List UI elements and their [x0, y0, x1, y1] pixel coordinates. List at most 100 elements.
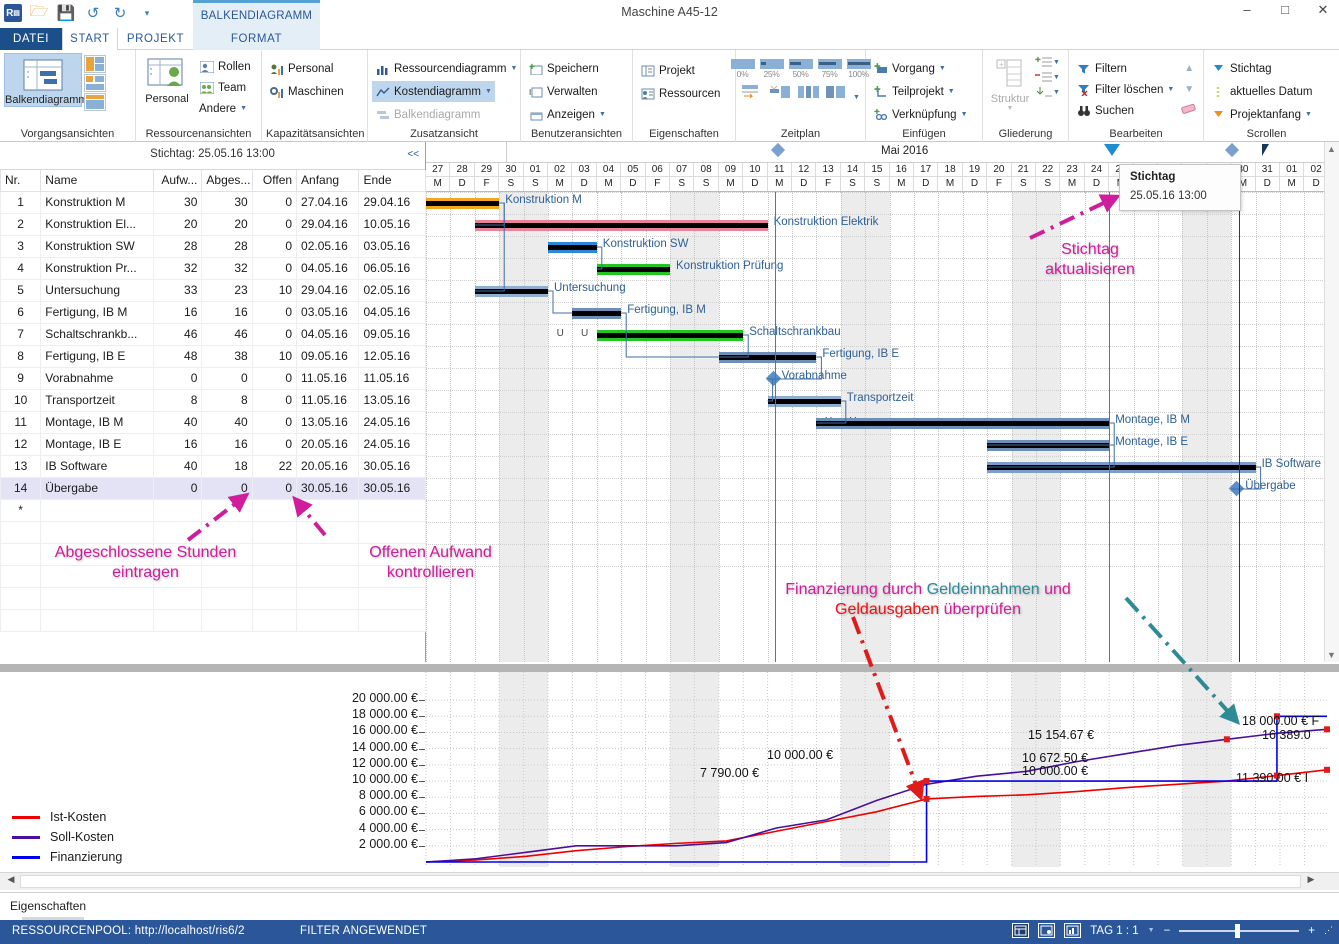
cell-name[interactable]: Montage, IB E	[41, 433, 154, 455]
cell-abges[interactable]: 18	[202, 455, 252, 477]
cell-anfang[interactable]: 27.04.16	[297, 191, 359, 213]
empty-cell[interactable]	[252, 521, 296, 543]
table-row[interactable]: 2Konstruktion El...2020029.04.1610.05.16	[1, 213, 426, 235]
ribbon-item-team[interactable]: Team	[196, 77, 254, 98]
ribbon-item-verwalten[interactable]: I Verwalten	[525, 81, 601, 102]
scroll-down-icon[interactable]: ▼	[1179, 81, 1199, 102]
table-row[interactable]: 5Untersuchung33231029.04.1602.05.16	[1, 279, 426, 301]
cell-offen[interactable]: 0	[252, 389, 296, 411]
cell-abges[interactable]: 40	[202, 411, 252, 433]
progress-50-button[interactable]: 50%	[788, 59, 814, 79]
ribbon-item-filter-loeschen[interactable]: Filter löschen ▼	[1073, 79, 1177, 100]
chevron-down-icon[interactable]: ▼	[1148, 927, 1155, 934]
gantt-view-icon[interactable]	[1012, 923, 1029, 938]
chevron-down-icon[interactable]: ▼	[599, 111, 606, 118]
table-row[interactable]: 7Schaltschrankb...4646004.05.1609.05.16	[1, 323, 426, 345]
ribbon-item-aktuelles-datum[interactable]: aktuelles Datum	[1208, 81, 1315, 102]
chevron-down-icon[interactable]: ▼	[240, 105, 247, 112]
cell-abges[interactable]: 28	[202, 235, 252, 257]
cell-anfang[interactable]: 02.05.16	[297, 235, 359, 257]
cell-nr[interactable]: 12	[1, 433, 41, 455]
cell-nr[interactable]: 1	[1, 191, 41, 213]
cell-aufwand[interactable]: 40	[154, 455, 202, 477]
ribbon-item-kostendiagramm[interactable]: Kostendiagramm ▼	[372, 81, 495, 102]
empty-cell[interactable]	[202, 587, 252, 609]
cell-nr[interactable]: 14	[1, 477, 41, 499]
cell-abges[interactable]: 8	[202, 389, 252, 411]
view-split-icon[interactable]	[84, 55, 106, 73]
ribbon-item-stichtag[interactable]: Stichtag	[1208, 58, 1275, 79]
view-personal-button[interactable]: Personal	[140, 53, 194, 105]
empty-cell[interactable]	[202, 521, 252, 543]
scroll-left-arrow[interactable]: ◀	[3, 874, 19, 890]
cell-ende[interactable]: 12.05.16	[359, 345, 426, 367]
ribbon-item-projektanfang[interactable]: Projektanfang ▼	[1208, 104, 1315, 125]
pane-splitter[interactable]	[0, 664, 1339, 672]
cell-name[interactable]: Vorabnahme	[41, 367, 154, 389]
zoom-level-label[interactable]: TAG 1 : 1	[1090, 925, 1138, 937]
cell-nr[interactable]: 9	[1, 367, 41, 389]
table-row[interactable]: 8Fertigung, IB E48381009.05.1612.05.16	[1, 345, 426, 367]
cell-abges[interactable]: 20	[202, 213, 252, 235]
ribbon-item-ressourcen[interactable]: Ressourcen	[637, 83, 723, 104]
indent-schedule-icon[interactable]	[741, 84, 765, 101]
chevron-down-icon[interactable]: ▼	[1167, 86, 1174, 93]
col-name[interactable]: Name	[41, 170, 154, 191]
gantt-bar[interactable]	[475, 220, 768, 231]
cell-aufwand[interactable]: 0	[154, 477, 202, 499]
chevron-down-icon[interactable]: ▼	[948, 88, 955, 95]
cell-offen[interactable]: 0	[252, 323, 296, 345]
cell-nr[interactable]: 2	[1, 213, 41, 235]
empty-cell[interactable]	[1, 609, 41, 631]
empty-cell[interactable]	[297, 609, 359, 631]
empty-cell[interactable]	[359, 609, 426, 631]
empty-cell[interactable]	[202, 499, 252, 521]
empty-cell[interactable]	[41, 609, 154, 631]
resize-grip-icon[interactable]: ⋰	[1324, 925, 1333, 936]
cell-offen[interactable]: 10	[252, 279, 296, 301]
empty-cell[interactable]	[1, 587, 41, 609]
progress-0-button[interactable]: 0%	[730, 59, 756, 79]
level-center-icon[interactable]	[797, 84, 821, 101]
ribbon-item-teilprojekt[interactable]: ✚ Teilprojekt ▼	[870, 81, 958, 102]
table-row[interactable]: 1Konstruktion M3030027.04.1629.04.16	[1, 191, 426, 213]
new-row-star[interactable]: *	[1, 499, 41, 521]
table-row[interactable]: 10Transportzeit88011.05.1613.05.16	[1, 389, 426, 411]
cell-nr[interactable]: 7	[1, 323, 41, 345]
eraser-icon[interactable]	[1179, 102, 1199, 123]
table-row[interactable]: 14Übergabe00030.05.1630.05.16	[1, 477, 426, 499]
cell-anfang[interactable]: 30.05.16	[297, 477, 359, 499]
ribbon-item-rollen[interactable]: Rollen	[196, 56, 254, 77]
view-balkendiagramm-button[interactable]: Balkendiagramm	[4, 53, 82, 107]
cell-anfang[interactable]: 20.05.16	[297, 455, 359, 477]
cell-ende[interactable]: 04.05.16	[359, 301, 426, 323]
empty-cell[interactable]	[154, 499, 202, 521]
cell-aufwand[interactable]: 32	[154, 257, 202, 279]
col-ende[interactable]: Ende	[359, 170, 426, 191]
col-abges[interactable]: Abges...	[202, 170, 252, 191]
chart-plot[interactable]	[426, 672, 1327, 882]
level-left-icon[interactable]	[769, 84, 793, 101]
cell-aufwand[interactable]: 20	[154, 213, 202, 235]
cell-name[interactable]: Konstruktion M	[41, 191, 154, 213]
empty-cell[interactable]	[359, 521, 426, 543]
chevron-down-icon[interactable]: ▼	[939, 65, 946, 72]
ribbon-item-projekt[interactable]: Projekt	[637, 60, 698, 81]
ribbon-item-speichern[interactable]: ✚ Speichern	[525, 58, 602, 79]
empty-cell[interactable]	[297, 587, 359, 609]
empty-cell[interactable]	[359, 587, 426, 609]
cell-aufwand[interactable]: 30	[154, 191, 202, 213]
chevron-down-icon[interactable]: ▼	[853, 94, 860, 101]
ribbon-item-filtern[interactable]: Filtern	[1073, 58, 1177, 79]
cell-anfang[interactable]: 04.05.16	[297, 323, 359, 345]
cell-aufwand[interactable]: 16	[154, 433, 202, 455]
cell-anfang[interactable]: 20.05.16	[297, 433, 359, 455]
gantt-bar[interactable]	[597, 264, 670, 275]
empty-cell[interactable]	[202, 609, 252, 631]
cell-ende[interactable]: 13.05.16	[359, 389, 426, 411]
minimize-button[interactable]: –	[1237, 2, 1257, 18]
ribbon-item-suchen[interactable]: Suchen	[1073, 100, 1177, 121]
gantt-vscrollbar[interactable]: ▲ ▼	[1324, 142, 1339, 662]
cell-ende[interactable]: 09.05.16	[359, 323, 426, 345]
gantt-bar[interactable]	[768, 396, 841, 407]
